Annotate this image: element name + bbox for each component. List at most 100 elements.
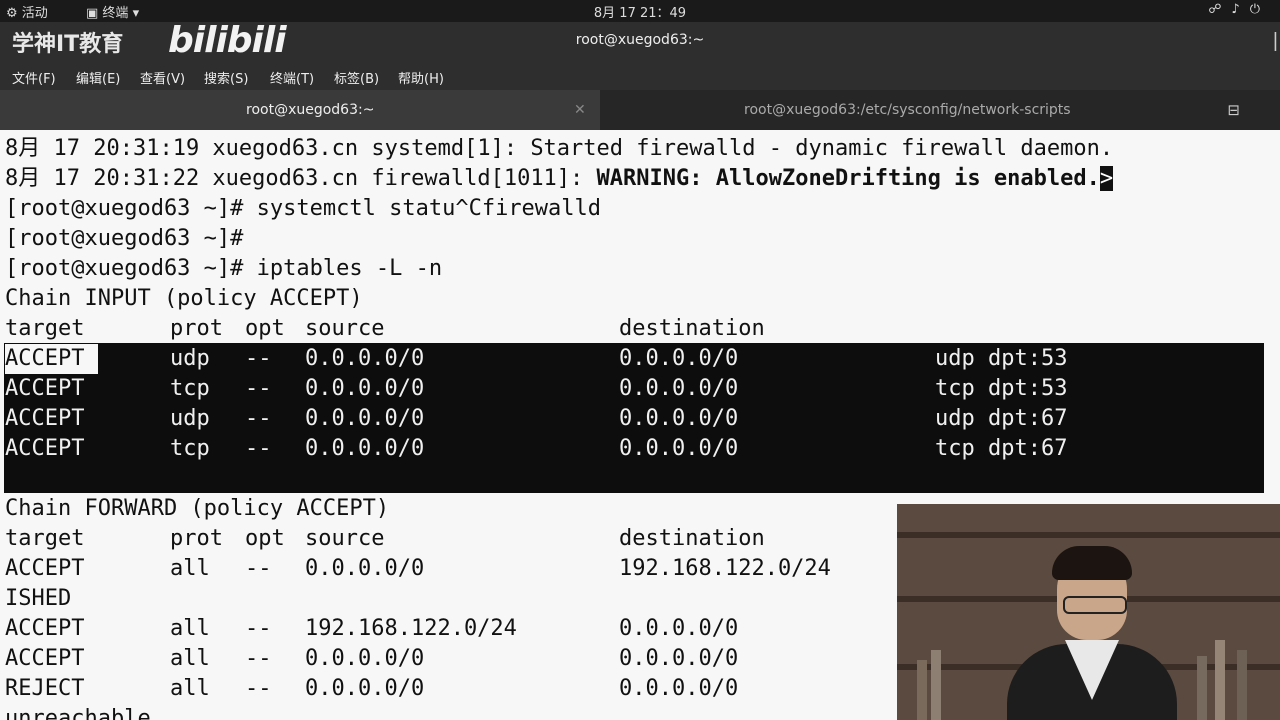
chain-input-title: Chain INPUT (policy ACCEPT): [5, 286, 363, 311]
header-destination: destination: [619, 526, 765, 551]
presenter-glasses: [1063, 596, 1127, 614]
close-tab-icon[interactable]: ✕: [574, 102, 586, 118]
tab-root-home[interactable]: root@xuegod63:~ ✕: [0, 90, 600, 130]
menu-search[interactable]: 搜索(S): [204, 68, 248, 87]
book: [1237, 650, 1247, 720]
table-header: target prot opt source destination: [5, 314, 1275, 344]
cell-prot: tcp: [170, 376, 210, 401]
cell-source: 0.0.0.0/0: [305, 376, 425, 401]
cell-target: ACCEPT: [5, 646, 85, 671]
menu-view[interactable]: 查看(V): [140, 68, 185, 87]
cell-prot: all: [170, 646, 210, 671]
book: [1215, 640, 1225, 720]
volume-icon: ♪: [1231, 2, 1250, 17]
log-prefix: 8月 17 20:31:22 xuegod63.cn firewalld[101…: [5, 166, 597, 191]
menu-edit[interactable]: 编辑(E): [76, 68, 120, 87]
cell-target: ACCEPT: [5, 376, 85, 401]
cell-opt: --: [245, 616, 272, 641]
cell-prot: all: [170, 616, 210, 641]
header-source: source: [305, 316, 385, 341]
clock[interactable]: 8月 17 21：49: [0, 2, 1280, 21]
cell-destination: 0.0.0.0/0: [619, 616, 739, 641]
system-tray[interactable]: ☍♪⏻: [1208, 2, 1270, 17]
cell-extra: tcp dpt:67: [935, 436, 1068, 461]
gnome-top-bar: ⚙ 活动 ▣ 终端 ▾ 8月 17 21：49 ☍♪⏻: [0, 0, 1280, 22]
cell-opt: --: [245, 676, 272, 701]
menu-tabs[interactable]: 标签(B): [334, 68, 379, 87]
tab-label: root@xuegod63:~: [246, 102, 375, 118]
cell-source: 0.0.0.0/0: [305, 436, 425, 461]
cell-prot: all: [170, 556, 210, 581]
watermark-bilibili: bilibili: [168, 20, 287, 61]
cell-destination: 0.0.0.0/0: [619, 406, 739, 431]
cell-destination: 0.0.0.0/0: [619, 676, 739, 701]
activities-label: 活动: [21, 6, 48, 21]
cell-prot: udp: [170, 406, 210, 431]
cell-opt: --: [245, 406, 272, 431]
cell-prot: tcp: [170, 436, 210, 461]
watermark-logo: 学神IT教育: [12, 32, 124, 57]
cell-destination: 0.0.0.0/0: [619, 436, 739, 461]
pager-cursor: >: [1099, 166, 1114, 191]
network-icon: ☍: [1208, 2, 1232, 17]
menu-file[interactable]: 文件(F): [12, 68, 56, 87]
cell-opt: --: [245, 556, 272, 581]
cell-prot: all: [170, 676, 210, 701]
table-row: ACCEPT udp -- 0.0.0.0/0 0.0.0.0/0 udp dp…: [5, 344, 1275, 374]
table-row: ACCEPT tcp -- 0.0.0.0/0 0.0.0.0/0 tcp dp…: [5, 374, 1275, 404]
cell-opt: --: [245, 646, 272, 671]
tab-network-scripts[interactable]: root@xuegod63:/etc/sysconfig/network-scr…: [600, 90, 1200, 130]
table-row: ISHED: [5, 584, 71, 614]
cell-destination: 0.0.0.0/0: [619, 346, 739, 371]
tab-overview-icon[interactable]: ⊟: [1227, 101, 1240, 119]
cell-extra: udp dpt:53: [935, 346, 1068, 371]
cell-destination: 0.0.0.0/0: [619, 376, 739, 401]
menu-terminal[interactable]: 终端(T): [270, 68, 314, 87]
app-menu-button[interactable]: ▣ 终端 ▾: [86, 2, 139, 21]
header-prot: prot: [170, 316, 223, 341]
cell-opt: --: [245, 346, 272, 371]
window-menu-icon[interactable]: ▕: [1264, 32, 1276, 51]
warning-text: WARNING: AllowZoneDrifting is enabled.: [596, 166, 1100, 191]
cell-extra: tcp dpt:53: [935, 376, 1068, 401]
cell-source: 0.0.0.0/0: [305, 556, 425, 581]
menu-bar: 文件(F) 编辑(E) 查看(V) 搜索(S) 终端(T) 标签(B) 帮助(H…: [0, 64, 1280, 90]
cell-prot: udp: [170, 346, 210, 371]
book: [917, 660, 927, 720]
table-row: ACCEPT udp -- 0.0.0.0/0 0.0.0.0/0 udp dp…: [5, 404, 1275, 434]
command-line: [root@xuegod63 ~]#: [5, 226, 244, 251]
chain-forward-title: Chain FORWARD (policy ACCEPT): [5, 496, 390, 521]
presenter-hair: [1052, 546, 1132, 580]
command-line: [root@xuegod63 ~]# iptables -L -n: [5, 256, 443, 281]
log-line-warning: 8月 17 20:31:22 xuegod63.cn firewalld[101…: [5, 164, 1114, 194]
cell-destination: 192.168.122.0/24: [619, 556, 831, 581]
cell-source: 192.168.122.0/24: [305, 616, 517, 641]
app-menu-label: 终端: [102, 6, 129, 21]
power-icon: ⏻: [1249, 2, 1270, 17]
header-target: target: [5, 316, 85, 341]
cell-source: 0.0.0.0/0: [305, 346, 425, 371]
cell-target: REJECT: [5, 676, 85, 701]
header-destination: destination: [619, 316, 765, 341]
cell-target: ACCEPT: [5, 436, 85, 461]
cell-extra: udp dpt:67: [935, 406, 1068, 431]
cell-source: 0.0.0.0/0: [305, 646, 425, 671]
cell-destination: 0.0.0.0/0: [619, 646, 739, 671]
menu-help[interactable]: 帮助(H): [398, 68, 444, 87]
book: [931, 650, 941, 720]
header-target: target: [5, 526, 85, 551]
cell-source: 0.0.0.0/0: [305, 406, 425, 431]
log-line: 8月 17 20:31:19 xuegod63.cn systemd[1]: S…: [5, 136, 1114, 161]
cell-target: ACCEPT: [5, 556, 85, 581]
tab-label: root@xuegod63:/etc/sysconfig/network-scr…: [744, 102, 1071, 118]
header-opt: opt: [245, 316, 285, 341]
book: [1197, 656, 1207, 720]
header-opt: opt: [245, 526, 285, 551]
webcam-overlay: [897, 504, 1280, 720]
activities-button[interactable]: ⚙ 活动: [6, 2, 48, 21]
cell-opt: --: [245, 376, 272, 401]
command-line: [root@xuegod63 ~]# systemctl statu^Cfire…: [5, 196, 602, 221]
tab-bar: root@xuegod63:~ ✕ root@xuegod63:/etc/sys…: [0, 90, 1280, 130]
bookshelf: [897, 532, 1280, 538]
cell-source: 0.0.0.0/0: [305, 676, 425, 701]
